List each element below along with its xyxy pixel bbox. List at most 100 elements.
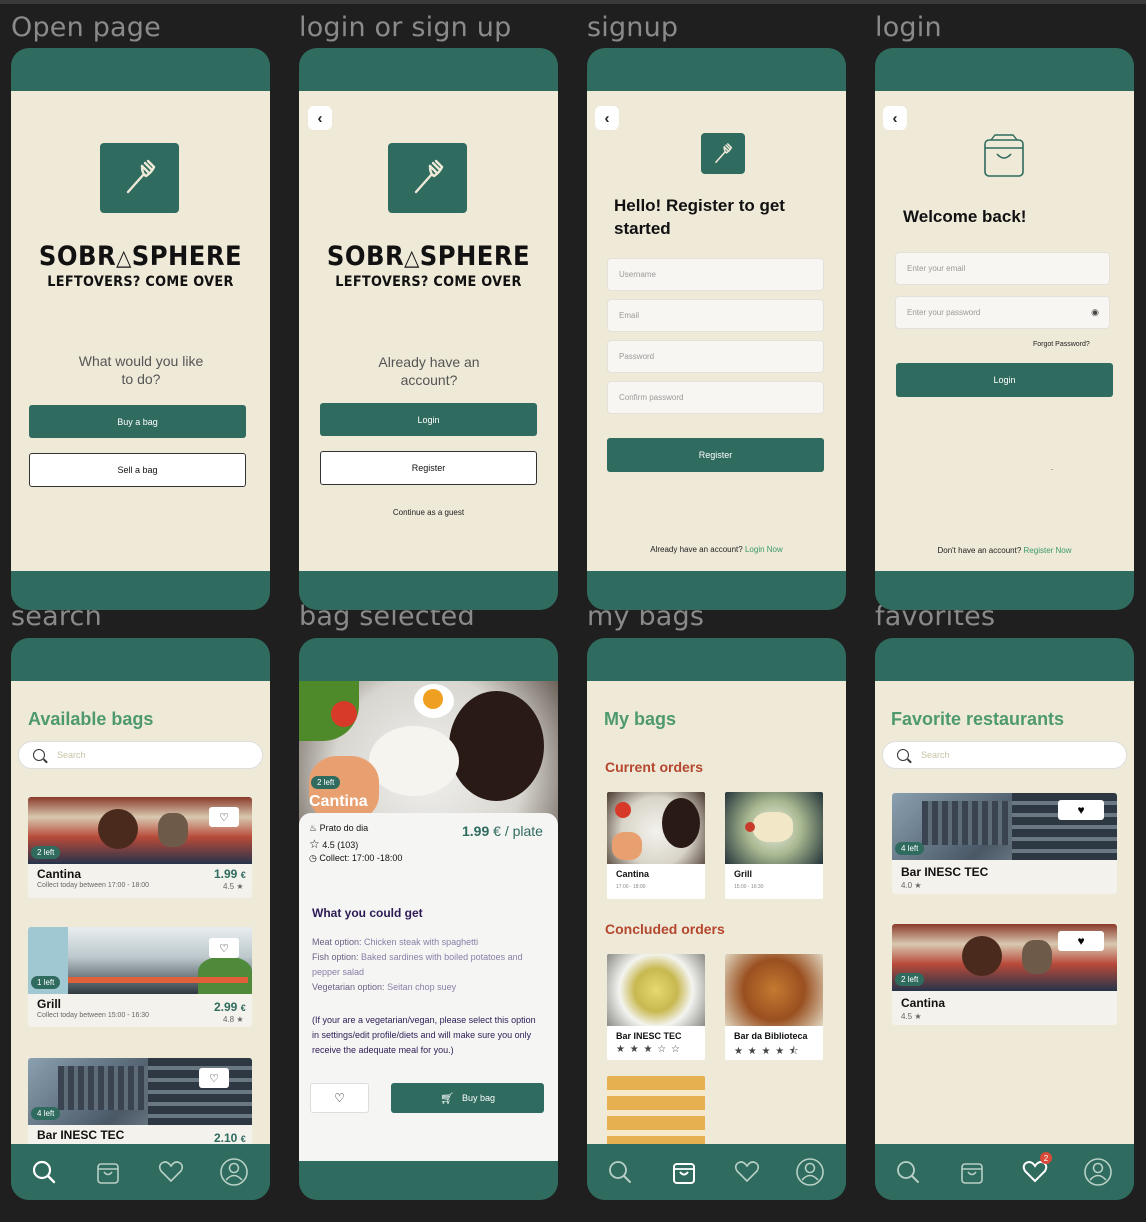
screen-body: Favorite restaurants Search ♥ 4 left Bar…	[875, 681, 1134, 1161]
favorite-button[interactable]: ♡	[209, 938, 239, 958]
star-icon: ★	[914, 881, 922, 890]
unfavorite-button[interactable]: ♥	[1058, 800, 1104, 820]
order-name: Bar da Biblioteca	[734, 1031, 808, 1041]
login-now-link[interactable]: Login Now	[745, 545, 783, 554]
login-heading: Welcome back!	[903, 207, 1027, 226]
footer-text: Don't have an account?	[937, 546, 1022, 555]
search-input[interactable]: Search	[18, 741, 263, 769]
card-price: 1.99 €	[214, 867, 246, 881]
my-bags-title: My bags	[604, 709, 677, 729]
back-button[interactable]: ‹	[883, 106, 907, 130]
search-input[interactable]: Search	[882, 741, 1127, 769]
heart-filled-icon: ♥	[1077, 934, 1085, 948]
bag-card-grill[interactable]: ♡ 1 left Grill Collect today between 15:…	[28, 927, 252, 1027]
buy-bag-button[interactable]: Buy a bag	[29, 405, 246, 438]
nav-bag-icon[interactable]	[92, 1156, 124, 1188]
currency: €	[240, 1003, 246, 1013]
section-title: What you could get	[312, 906, 423, 920]
nav-heart-icon[interactable]: 2	[1019, 1152, 1052, 1188]
nav-bag-icon[interactable]	[668, 1156, 700, 1188]
meat-label: Meat option:	[312, 937, 362, 947]
favorite-button[interactable]: ♡	[310, 1083, 369, 1113]
register-now-link[interactable]: Register Now	[1024, 546, 1072, 555]
order-card[interactable]: Bar INESC TEC ★ ★ ★ ☆ ☆	[607, 954, 705, 1060]
confirm-password-input[interactable]: Confirm password	[607, 381, 824, 414]
brand: SOBR△SPHERE LEFTOVERS? COME OVER	[299, 241, 558, 290]
card-collect: Collect today between 17:00 - 18:00	[37, 882, 150, 889]
label-login: login	[875, 12, 942, 43]
email-input[interactable]: Email	[607, 299, 824, 332]
card-rating: 4.8 ★	[223, 1015, 244, 1024]
bag-card-bar-inesc[interactable]: ♡ 4 left Bar INESC TEC 2.10 €	[28, 1058, 252, 1148]
nav-profile-icon[interactable]	[1082, 1156, 1114, 1188]
chevron-left-icon: ‹	[892, 109, 898, 127]
screen-open-page: SOBR△SPHERE LEFTOVERS? COME OVER What wo…	[11, 48, 270, 610]
item-line: ♨ Prato do dia	[309, 823, 368, 834]
sell-bag-button[interactable]: Sell a bag	[29, 453, 246, 487]
password-input[interactable]: Enter your password ◉	[895, 296, 1110, 329]
star-icon: ★	[914, 1012, 922, 1021]
eye-icon[interactable]: ◉	[1091, 307, 1099, 318]
bottom-nav	[587, 1144, 846, 1200]
login-footer: Don't have an account? Register Now	[875, 546, 1134, 555]
rating-value: 4.5	[223, 882, 235, 891]
login-button[interactable]: Login	[320, 403, 537, 436]
current-orders-title: Current orders	[605, 759, 704, 775]
favorite-button[interactable]: ♡	[199, 1068, 229, 1088]
screen-bag-selected: 2 left Cantina ♨ Prato do dia ☆ 4.5 (103…	[299, 638, 558, 1200]
bag-card-cantina[interactable]: ♡ 2 left Cantina Collect today between 1…	[28, 797, 252, 898]
buy-bag-button[interactable]: 🛒︎ Buy bag	[391, 1083, 544, 1113]
card-rating: 4.5 ★	[901, 1012, 922, 1021]
register-button[interactable]: Register	[607, 438, 824, 472]
star-icon: ★	[236, 882, 244, 891]
card-price: 2.99 €	[214, 1000, 246, 1014]
diet-note: (If your are a vegetarian/vegan, please …	[312, 1015, 536, 1055]
card-rating: 4.5 ★	[223, 882, 244, 891]
unfavorite-button[interactable]: ♥	[1058, 931, 1104, 951]
nav-profile-icon[interactable]	[218, 1156, 250, 1188]
brand-tagline: LEFTOVERS? COME OVER	[335, 274, 522, 290]
order-card[interactable]: Bar da Biblioteca ★ ★ ★ ★ ⯪	[725, 954, 823, 1060]
heart-outline-icon: ♡	[219, 811, 229, 824]
search-icon	[33, 749, 45, 761]
order-photo	[725, 954, 823, 1026]
password-input[interactable]: Password	[607, 340, 824, 373]
email-input[interactable]: Enter your email	[895, 252, 1110, 285]
restaurant-name: Cantina	[309, 793, 368, 810]
register-button[interactable]: Register	[320, 451, 537, 485]
nav-search-icon[interactable]	[892, 1156, 924, 1188]
detail-sheet: ♨ Prato do dia ☆ 4.5 (103) ◷ Collect: 17…	[299, 813, 558, 1161]
username-input[interactable]: Username	[607, 258, 824, 291]
order-card[interactable]: Cantina 17:00 - 18:00	[607, 792, 705, 899]
nav-heart-icon[interactable]	[155, 1156, 187, 1188]
nav-search-icon[interactable]	[604, 1156, 636, 1188]
favorite-button[interactable]: ♡	[209, 807, 239, 827]
left-badge: 2 left	[895, 973, 925, 986]
open-question: What would you like to do?	[78, 353, 204, 387]
screen-body: SOBR△SPHERE LEFTOVERS? COME OVER What wo…	[11, 91, 270, 571]
left-badge: 4 left	[895, 842, 925, 855]
meat-option: Chicken steak with spaghetti	[364, 937, 479, 947]
order-time: 15:00 - 16:30	[734, 884, 764, 890]
nav-heart-icon[interactable]	[731, 1156, 763, 1188]
fish-label: Fish option:	[312, 952, 359, 962]
heart-outline-icon: ♡	[209, 1072, 219, 1085]
label-login-signup: login or sign up	[299, 12, 512, 43]
nav-search-icon[interactable]	[28, 1156, 60, 1188]
order-card[interactable]: Grill 15:00 - 16:30	[725, 792, 823, 899]
back-button[interactable]: ‹	[595, 106, 619, 130]
continue-guest-link[interactable]: Continue as a guest	[299, 508, 558, 517]
forgot-password-link[interactable]: Forgot Password?	[1033, 341, 1090, 348]
order-photo	[607, 792, 705, 864]
favorite-card-cantina[interactable]: ♥ 2 left Cantina 4.5 ★	[892, 924, 1117, 1025]
buy-label: Buy bag	[461, 1093, 495, 1103]
card-collect: Collect today between 15:00 - 16:30	[37, 1012, 150, 1019]
label-open-page: Open page	[11, 12, 161, 43]
bottom-nav	[11, 1144, 270, 1200]
fork-logo-icon	[701, 133, 745, 174]
login-button[interactable]: Login	[896, 363, 1113, 397]
nav-bag-icon[interactable]	[956, 1156, 988, 1188]
nav-profile-icon[interactable]	[794, 1156, 826, 1188]
favorite-card-bar-inesc[interactable]: ♥ 4 left Bar INESC TEC 4.0 ★	[892, 793, 1117, 894]
back-button[interactable]: ‹	[308, 106, 332, 130]
